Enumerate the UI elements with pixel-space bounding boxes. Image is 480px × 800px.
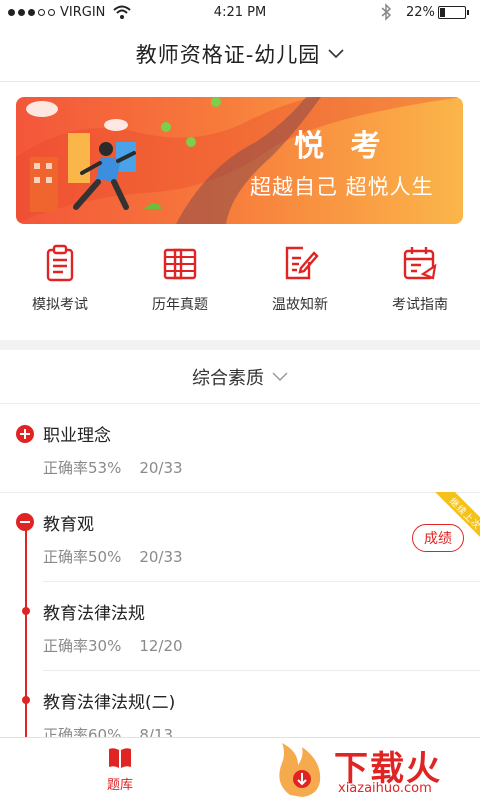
chapter-stats: 正确率30% 12/20 xyxy=(43,635,183,656)
quick-entry-exam-guide[interactable]: 考试指南 xyxy=(360,244,480,324)
flame-logo-icon xyxy=(279,743,321,797)
exam-selector[interactable]: 教师资格证-幼儿园 xyxy=(0,26,480,82)
row-divider xyxy=(43,581,480,582)
chapter-name: 教育法律法规(二) xyxy=(43,693,176,713)
quick-entry-past-papers[interactable]: 历年真题 xyxy=(120,244,240,324)
chapter-progress: 20/33 xyxy=(139,548,183,566)
tree-node xyxy=(22,607,30,615)
score-button[interactable]: 成绩 xyxy=(412,524,464,552)
chapter-progress: 12/20 xyxy=(139,637,183,655)
page-title: 教师资格证-幼儿园 xyxy=(135,42,321,67)
edit-document-icon xyxy=(285,246,319,280)
chapter-accuracy: 正确率30% xyxy=(43,637,122,655)
watermark-url: xiazaihuo.com xyxy=(338,781,432,796)
chapter-name: 教育观 xyxy=(43,515,94,535)
tree-node xyxy=(22,696,30,704)
chapter-progress: 20/33 xyxy=(139,459,183,477)
quick-entry-label: 历年真题 xyxy=(152,297,208,313)
subject-label: 综合素质 xyxy=(192,367,264,389)
tab-label: 题库 xyxy=(106,778,133,793)
collapse-icon[interactable] xyxy=(16,513,34,531)
subject-selector[interactable]: 综合素质 xyxy=(0,350,480,404)
banner-slogan: 超越自己 超悦人生 xyxy=(250,175,434,199)
bluetooth-icon xyxy=(381,3,392,21)
tree-line xyxy=(25,530,27,737)
row-divider xyxy=(43,670,480,671)
tab-question-bank[interactable]: 题库 xyxy=(90,746,150,793)
battery-percent: 22% xyxy=(406,5,435,20)
quick-entry-review[interactable]: 温故知新 xyxy=(240,244,360,324)
quick-entry-mock-exam[interactable]: 模拟考试 xyxy=(0,244,120,324)
chapter-stats: 正确率53% 20/33 xyxy=(43,457,183,478)
promo-banner[interactable]: 悦 考 超越自己 超悦人生 xyxy=(16,97,463,224)
calendar-guide-icon xyxy=(403,247,437,280)
watermark: 下载火 xiazaihuo.com xyxy=(270,737,480,800)
status-bar: VIRGIN 4:21 PM 22% xyxy=(0,0,480,26)
row-divider xyxy=(0,492,480,493)
book-icon xyxy=(109,748,131,768)
battery-icon xyxy=(438,6,469,19)
banner-brand: 悦 考 xyxy=(294,129,389,164)
section-divider xyxy=(0,340,480,350)
runner-illustration xyxy=(16,97,463,224)
expand-icon[interactable] xyxy=(16,425,34,443)
quick-entry-label: 模拟考试 xyxy=(32,297,88,313)
chevron-down-icon xyxy=(272,371,288,381)
chapter-name: 职业理念 xyxy=(43,426,111,446)
quick-entry-label: 温故知新 xyxy=(272,297,328,313)
chapter-accuracy: 正确率50% xyxy=(43,548,122,566)
exam-paper-icon xyxy=(46,244,74,282)
chevron-down-icon xyxy=(328,48,344,58)
quick-entry-label: 考试指南 xyxy=(392,297,448,313)
notebook-icon xyxy=(163,248,197,280)
chapter-name: 教育法律法规 xyxy=(43,604,145,624)
quick-entry-grid: 模拟考试 历年真题 温故知新 考试指南 xyxy=(0,244,480,324)
chapter-stats: 正确率50% 20/33 xyxy=(43,546,183,567)
chapter-accuracy: 正确率53% xyxy=(43,459,122,477)
